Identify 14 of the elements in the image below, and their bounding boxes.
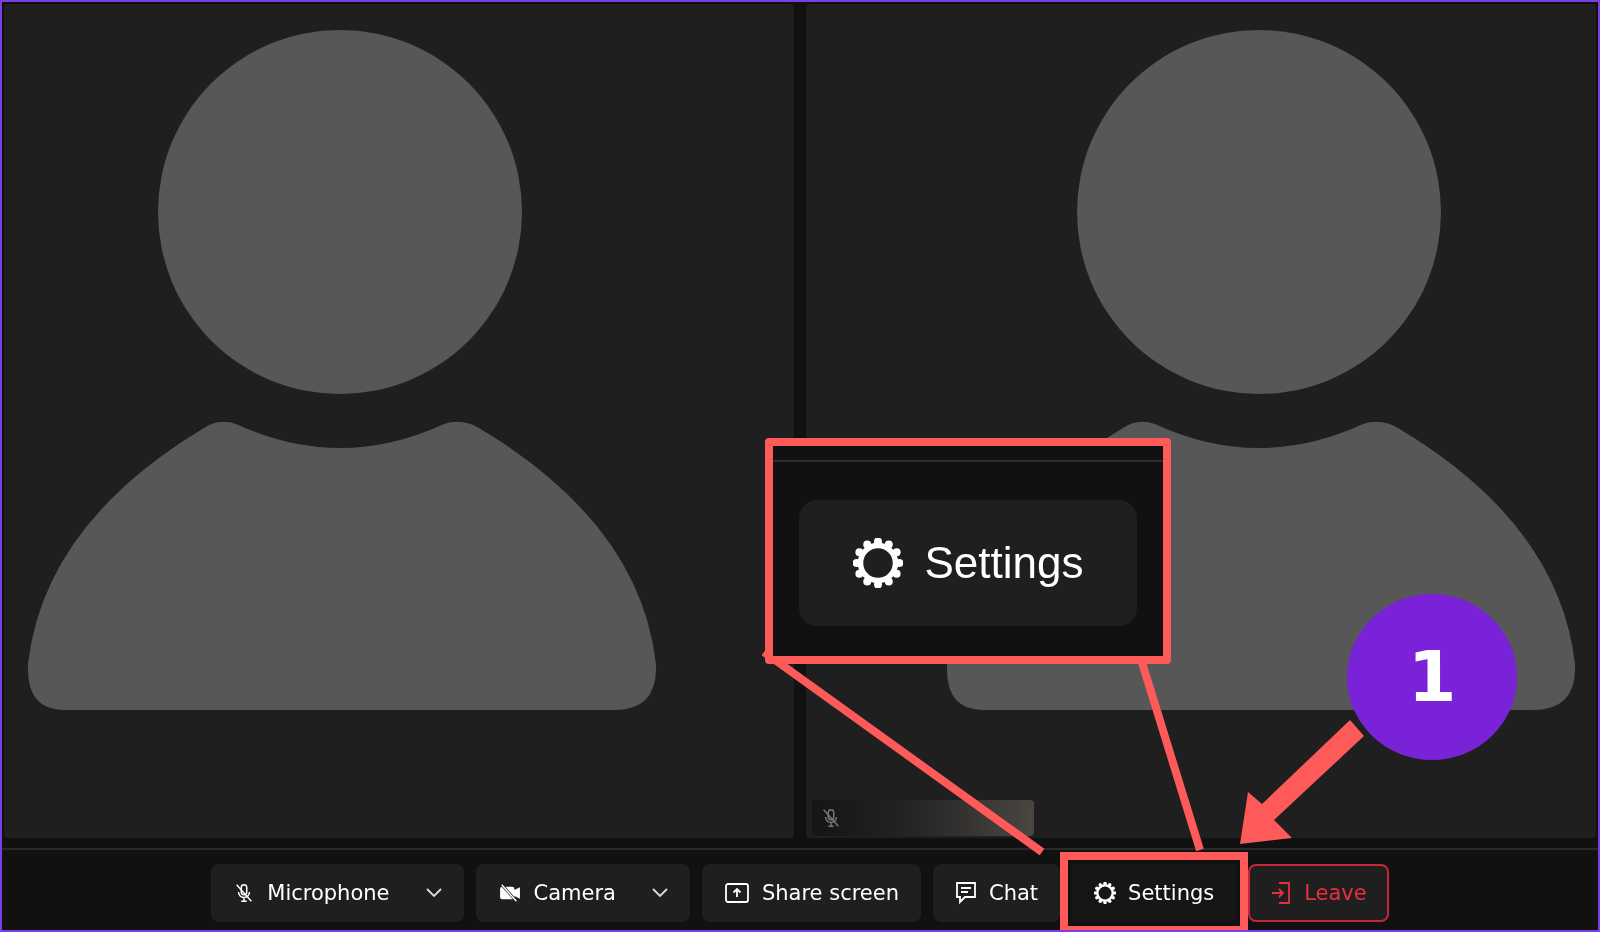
leave-button[interactable]: Leave bbox=[1248, 864, 1389, 922]
share-screen-icon bbox=[723, 882, 750, 904]
camera-off-icon bbox=[497, 882, 522, 904]
chat-icon bbox=[955, 881, 978, 905]
settings-button-enlarged: Settings bbox=[799, 500, 1137, 626]
toolbar-button[interactable]: Share screen bbox=[701, 864, 922, 922]
toolbar-button[interactable]: Microphone bbox=[211, 864, 464, 922]
toolbar-button[interactable]: Chat bbox=[933, 864, 1061, 922]
toolbar-button[interactable]: Camera bbox=[475, 864, 690, 922]
arrow-icon bbox=[1240, 720, 1364, 844]
leave-icon bbox=[1270, 881, 1293, 905]
settings-icon bbox=[1094, 882, 1117, 904]
microphone-muted-icon bbox=[820, 807, 842, 829]
settings-icon bbox=[852, 538, 903, 588]
